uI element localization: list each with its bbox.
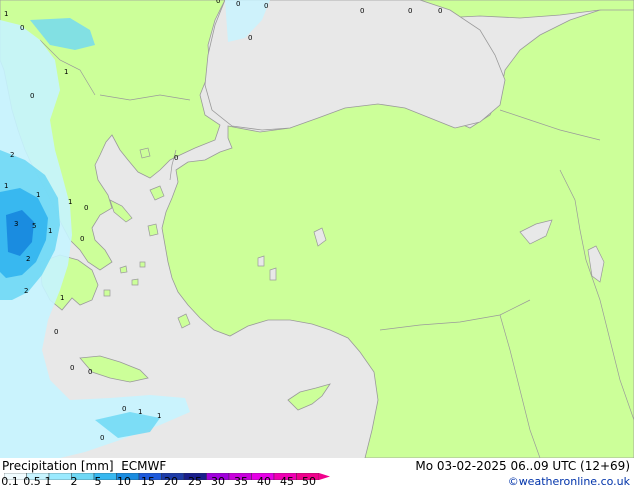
point-value-label: 1 <box>36 191 40 199</box>
point-value-label: 1 <box>48 227 52 235</box>
point-value-label: 0 <box>54 328 58 336</box>
point-value-label: 1 <box>64 68 68 76</box>
colorbar-tick-label: 5 <box>94 475 102 488</box>
colorbar-tick-label: 35 <box>234 475 248 488</box>
island-chios <box>147 223 159 237</box>
colorbar-tick-label: 2 <box>70 475 78 488</box>
credit-link[interactable]: ©weatheronline.co.uk <box>508 475 630 489</box>
legend-title: Precipitation [mm] ECMWF <box>2 459 167 473</box>
colorbar-tick-label: 50 <box>302 475 316 488</box>
island-cyclades-d <box>103 289 111 297</box>
colorbar-tick-label: 0.1 <box>1 475 19 488</box>
point-value-label: 1 <box>138 408 142 416</box>
lake-beysehir <box>257 255 265 267</box>
point-value-label: 1 <box>68 198 72 206</box>
point-value-label: 0 <box>30 92 34 100</box>
point-value-label: 0 <box>70 364 74 372</box>
point-value-label: 0 <box>236 0 240 8</box>
colorbar-ticks: 0.1 0.5 1 2 5 10 15 20 25 30 35 40 45 50 <box>0 475 330 489</box>
point-value-label: 0 <box>122 405 126 413</box>
point-value-label: 0 <box>264 2 268 10</box>
point-value-label: 0 <box>20 24 24 32</box>
point-value-label: 0 <box>408 7 412 15</box>
point-value-label: 1 <box>4 182 8 190</box>
precipitation-map: 1 0 0 1 0 0 0 0 0 0 0 0 2 3 1 1 1 0 5 1 2 0 2 1 0 0 0 0 1 0 1 <box>0 0 634 458</box>
legend-bar: Precipitation [mm] ECMWF Mo 03-02-2025 0… <box>0 458 634 490</box>
point-value-label: 0 <box>438 7 442 15</box>
point-value-label: 3 <box>14 220 18 228</box>
colorbar-tick-label: 25 <box>188 475 202 488</box>
point-value-label: 0 <box>216 0 220 5</box>
point-value-label: 2 <box>10 151 14 159</box>
point-value-label: 1 <box>60 294 64 302</box>
point-value-label: 0 <box>248 34 252 42</box>
valid-time: Mo 03-02-2025 06..09 UTC (12+69) <box>415 459 630 473</box>
colorbar-tick-label: 10 <box>117 475 131 488</box>
island-cyclades-c <box>139 261 146 268</box>
point-value-label: 0 <box>84 204 88 212</box>
lake-egirdir <box>269 267 277 281</box>
point-value-label: 1 <box>157 412 161 420</box>
colorbar-tick-label: 20 <box>164 475 178 488</box>
point-value-label: 0 <box>88 368 92 376</box>
colorbar-tick-label: 40 <box>257 475 271 488</box>
colorbar-tick-label: 1 <box>44 475 52 488</box>
colorbar-tick-label: 15 <box>141 475 155 488</box>
point-value-label: 5 <box>32 222 36 230</box>
island-cyclades-b <box>131 278 139 286</box>
point-value-label: 0 <box>80 235 84 243</box>
point-value-label: 2 <box>24 287 28 295</box>
point-value-label: 1 <box>4 10 8 18</box>
point-value-label: 0 <box>174 154 178 162</box>
island-lemnos <box>139 147 151 159</box>
point-value-label: 0 <box>100 434 104 442</box>
colorbar-tick-label: 45 <box>280 475 294 488</box>
point-value-label: 0 <box>360 7 364 15</box>
point-value-label: 2 <box>26 255 30 263</box>
colorbar-tick-label: 30 <box>211 475 225 488</box>
colorbar-tick-label: 0.5 <box>23 475 41 488</box>
